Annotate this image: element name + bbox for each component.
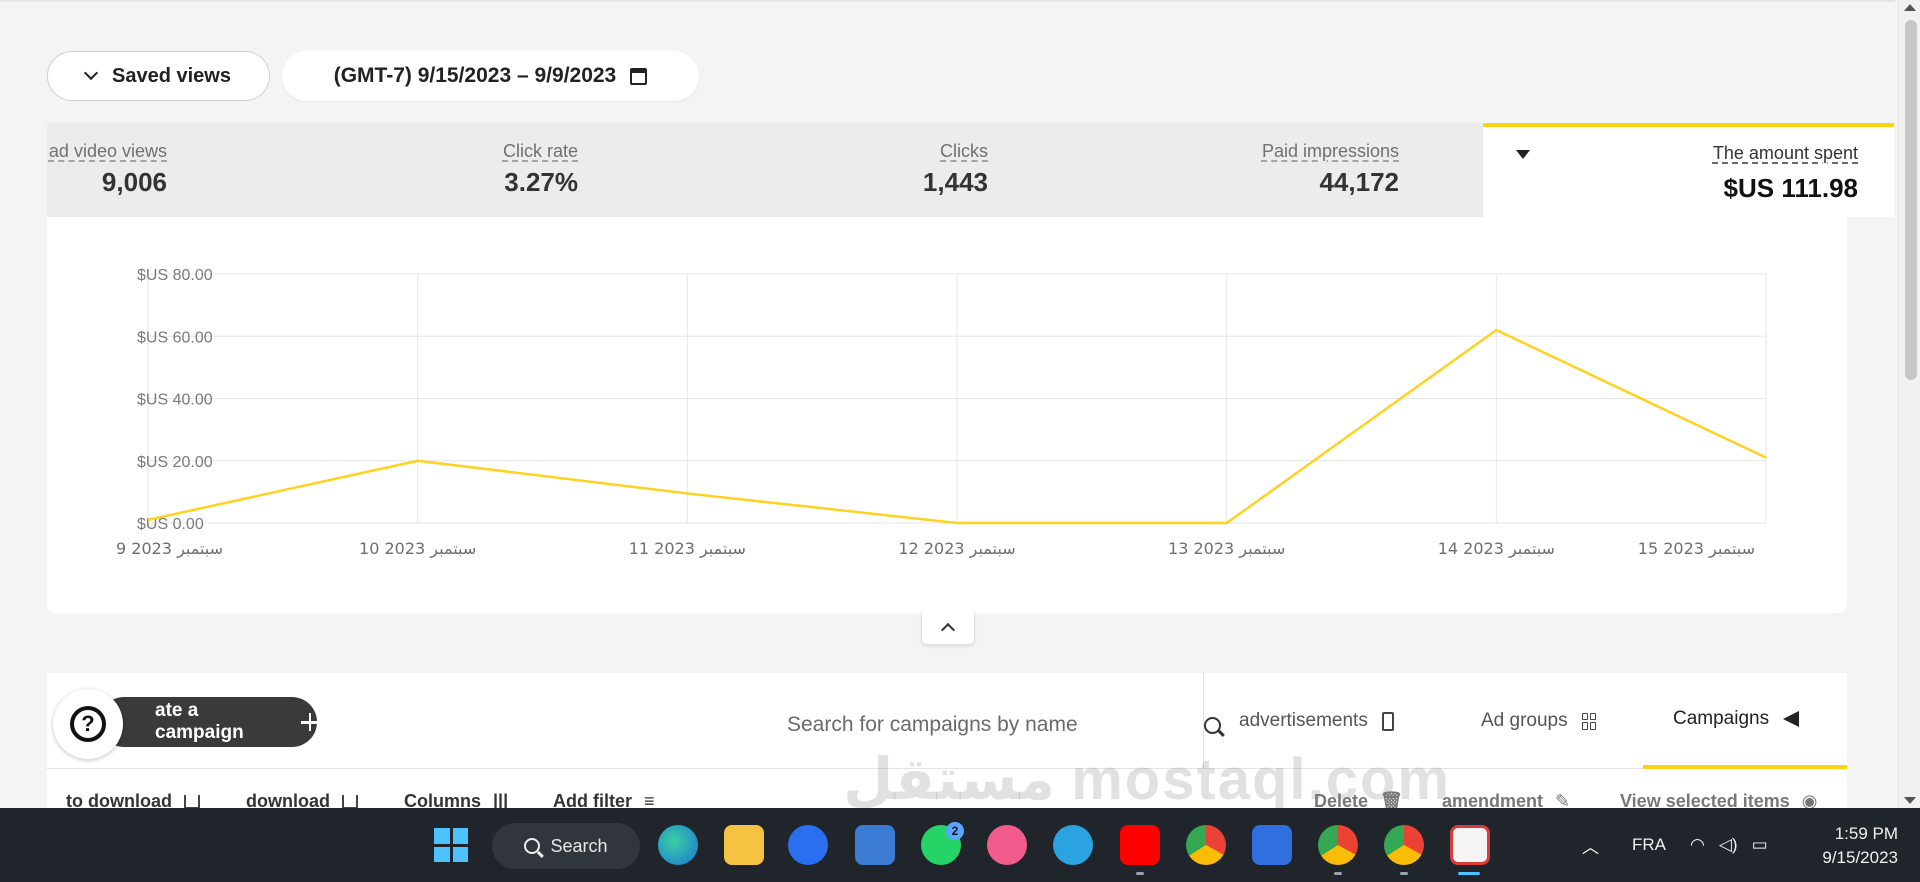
edge-icon[interactable] bbox=[658, 825, 698, 865]
wifi-icon: ◠ bbox=[1690, 835, 1705, 854]
page-scrollbar[interactable] bbox=[1898, 0, 1920, 808]
campaign-search bbox=[787, 705, 1227, 745]
x-tick-label: 13 سبتمبر 2023 bbox=[1168, 539, 1285, 559]
x-tick-label: 10 سبتمبر 2023 bbox=[359, 539, 476, 559]
create-campaign-button[interactable]: ate a campaign bbox=[99, 697, 320, 747]
windows-taskbar: Search 2 ︿ FRA ◠ ◁) ▭ 1:59 PM 9/15/2023 bbox=[0, 808, 1920, 882]
chevron-up-icon bbox=[940, 622, 956, 638]
x-tick-label: 11 سبتمبر 2023 bbox=[629, 539, 746, 559]
grid-icon bbox=[1581, 712, 1596, 730]
system-tray-icons[interactable]: ◠ ◁) ▭ bbox=[1690, 808, 1768, 882]
scroll-up-icon[interactable] bbox=[1904, 4, 1916, 11]
date-range-picker[interactable]: (GMT-7) 9/15/2023 – 9/9/2023 bbox=[282, 51, 699, 101]
calendar-icon bbox=[630, 67, 648, 85]
top-border bbox=[0, 0, 1895, 2]
search-icon bbox=[524, 838, 541, 854]
x-tick-label: 12 سبتمبر 2023 bbox=[898, 539, 1015, 559]
snipping-tool-icon[interactable] bbox=[1450, 825, 1490, 865]
phone-icon bbox=[1381, 711, 1394, 731]
help-icon: ? bbox=[70, 706, 106, 742]
collapse-chart-button[interactable] bbox=[921, 613, 975, 645]
y-tick-label: $US 60.00 bbox=[137, 329, 213, 346]
file-explorer-icon[interactable] bbox=[724, 825, 764, 865]
watermark: مستقل mostaql.com bbox=[843, 747, 1451, 812]
taskbar-search[interactable]: Search bbox=[492, 823, 640, 869]
clock-date: 9/15/2023 bbox=[1822, 848, 1898, 867]
language-indicator[interactable]: FRA bbox=[1632, 808, 1666, 882]
app-icon[interactable] bbox=[1252, 825, 1292, 865]
metric-value: 3.27% bbox=[504, 167, 578, 197]
tab-label: Campaigns bbox=[1673, 708, 1770, 729]
metric-value: 9,006 bbox=[101, 167, 167, 197]
tab-label: Ad groups bbox=[1481, 710, 1568, 731]
create-campaign-label: ate a campaign bbox=[155, 700, 244, 743]
metric-clicks[interactable]: Clicks 1,443 bbox=[707, 123, 988, 217]
search-icon[interactable] bbox=[1204, 716, 1221, 734]
x-tick-label: 9 سبتمبر 2023 bbox=[116, 539, 223, 559]
metric-label: ad video views bbox=[48, 141, 167, 161]
battery-icon: ▭ bbox=[1751, 835, 1768, 854]
tray-chevron-up-icon[interactable]: ︿ bbox=[1582, 808, 1599, 882]
taskbar-search-label: Search bbox=[550, 835, 608, 856]
upload-icon bbox=[342, 794, 358, 809]
chevron-down-icon bbox=[83, 65, 99, 81]
volume-icon: ◁) bbox=[1718, 835, 1738, 854]
date-range-label: (GMT-7) 9/15/2023 – 9/9/2023 bbox=[333, 64, 617, 87]
spend-line-chart: $US 0.00 $US 20.00 $US 40.00 $US 60.00 $US 8… bbox=[116, 267, 1767, 559]
tab-label: advertisements bbox=[1239, 710, 1368, 731]
running-indicator bbox=[1334, 872, 1342, 875]
metric-amount-spent[interactable]: The amount spent $US 111.98 bbox=[1483, 123, 1894, 217]
running-indicator bbox=[1458, 872, 1480, 875]
metric-label: Click rate bbox=[502, 141, 578, 161]
metric-video-views[interactable]: ad video views 9,006 bbox=[47, 123, 167, 217]
clock-time: 1:59 PM bbox=[1834, 824, 1898, 843]
plus-icon bbox=[300, 713, 320, 731]
whatsapp-badge: 2 bbox=[946, 822, 964, 840]
itunes-icon[interactable] bbox=[987, 825, 1027, 865]
caret-down-icon bbox=[1516, 150, 1530, 159]
metric-click-rate[interactable]: Click rate 3.27% bbox=[297, 123, 578, 217]
y-tick-label: $US 0.00 bbox=[137, 516, 204, 533]
chrome-profile-icon[interactable] bbox=[1384, 825, 1424, 865]
y-tick-label: $US 80.00 bbox=[137, 267, 213, 284]
tab-ad-groups[interactable]: Ad groups bbox=[1481, 673, 1596, 769]
chrome-icon[interactable] bbox=[1186, 825, 1226, 865]
x-tick-label: 15 سبتمبر 2023 bbox=[1638, 539, 1755, 559]
app-icon[interactable] bbox=[855, 825, 895, 865]
saved-views-label: Saved views bbox=[112, 64, 231, 87]
metric-value: $US 111.98 bbox=[1723, 173, 1858, 203]
teamviewer-icon[interactable] bbox=[788, 825, 828, 865]
megaphone-icon bbox=[1783, 711, 1800, 727]
x-tick-label: 14 سبتمبر 2023 bbox=[1438, 539, 1555, 559]
campaign-search-input[interactable] bbox=[787, 713, 1147, 737]
metric-value: 1,443 bbox=[922, 167, 988, 197]
y-tick-label: $US 20.00 bbox=[137, 454, 213, 471]
download-icon bbox=[183, 794, 200, 809]
saved-views-button[interactable]: Saved views bbox=[47, 51, 270, 101]
scroll-down-icon[interactable] bbox=[1904, 797, 1916, 804]
metric-label: Paid impressions bbox=[1261, 141, 1399, 161]
metric-label: The amount spent bbox=[1712, 143, 1858, 163]
running-indicator bbox=[1136, 872, 1144, 875]
running-indicator bbox=[1400, 872, 1408, 875]
taskbar-clock[interactable]: 1:59 PM 9/15/2023 bbox=[1822, 822, 1898, 870]
y-tick-label: $US 40.00 bbox=[137, 392, 213, 409]
metric-label: Clicks bbox=[940, 141, 988, 161]
start-icon[interactable] bbox=[434, 828, 468, 862]
telegram-icon[interactable] bbox=[1053, 825, 1093, 865]
help-button[interactable]: ? bbox=[53, 689, 123, 759]
metric-value: 44,172 bbox=[1319, 167, 1399, 197]
spend-chart-card: $US 0.00 $US 20.00 $US 40.00 $US 60.00 $US 8… bbox=[47, 217, 1847, 613]
scrollbar-thumb[interactable] bbox=[1905, 20, 1917, 380]
tab-campaigns[interactable]: Campaigns bbox=[1643, 673, 1847, 769]
chrome-profile-icon[interactable] bbox=[1318, 825, 1358, 865]
metrics-bar: ad video views 9,006 Click rate 3.27% Cl… bbox=[47, 123, 1894, 217]
metric-paid-impressions[interactable]: Paid impressions 44,172 bbox=[1117, 123, 1399, 217]
youtube-icon[interactable] bbox=[1120, 825, 1160, 865]
